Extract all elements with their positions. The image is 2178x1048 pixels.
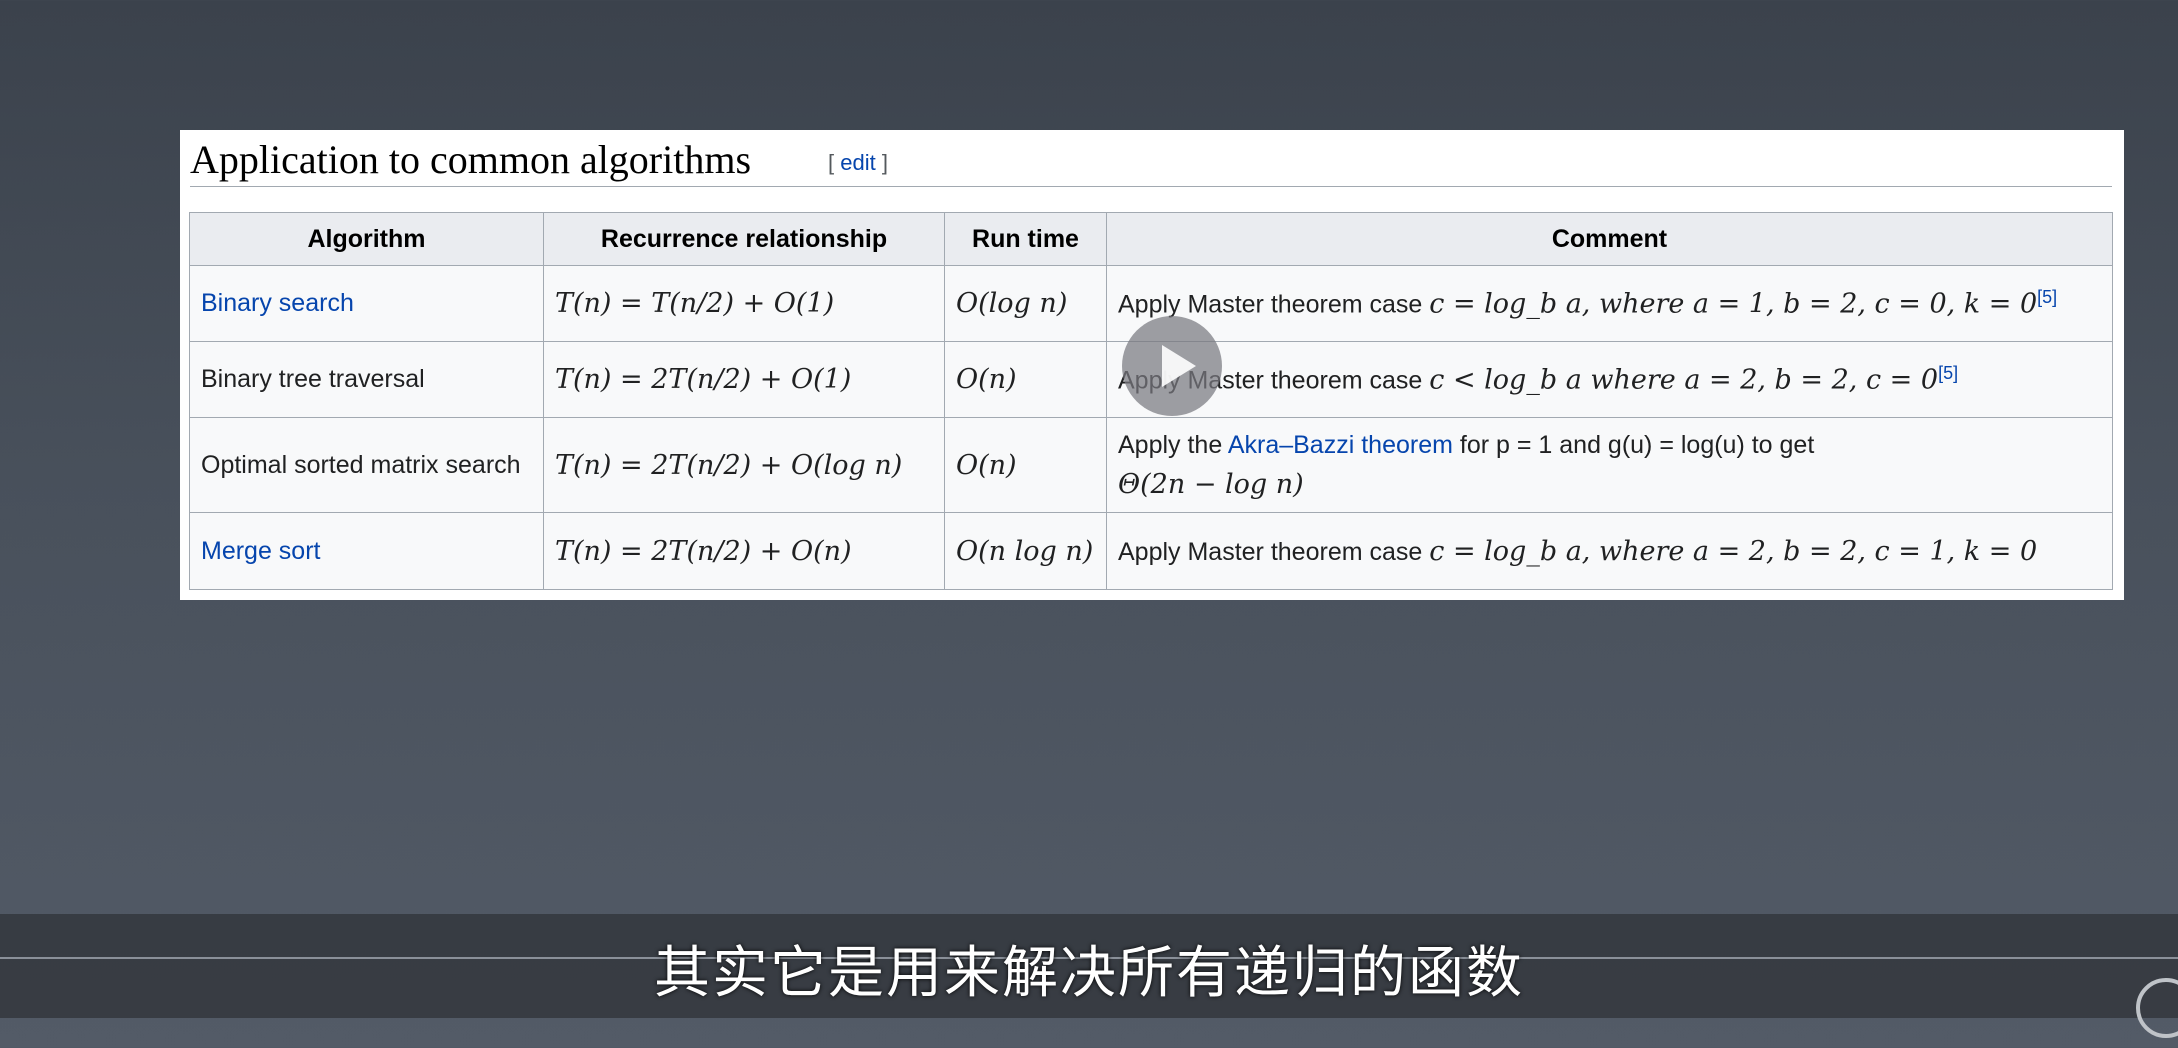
algorithm-cell: Binary tree traversal bbox=[189, 341, 544, 418]
comment-text: Apply Master theorem case bbox=[1118, 290, 1423, 319]
algorithm-link-merge-sort[interactable]: Merge sort bbox=[201, 537, 320, 565]
comment-text: Apply Master theorem case bbox=[1118, 537, 1423, 566]
subtitle-text: 其实它是用来解决所有递归的函数 bbox=[654, 941, 1524, 1006]
algorithm-cell: Optimal sorted matrix search bbox=[189, 417, 544, 513]
play-button[interactable] bbox=[1122, 316, 1222, 416]
edit-bracket-close: ] bbox=[881, 150, 888, 175]
comment-formula: c = log_b a, where a = 1, b = 2, c = 0, … bbox=[1429, 288, 2038, 320]
recurrence-cell: T(n) = 2T(n/2) + O(1) bbox=[543, 341, 945, 418]
comment-formula: Θ(2n − log n) bbox=[1118, 469, 1304, 500]
comment-text-mid: for p = 1 and g(u) = log(u) to get bbox=[1459, 431, 1815, 459]
table-header-row: Algorithm Recurrence relationship Run ti… bbox=[189, 212, 2113, 266]
video-frame: { "section": { "title": "Application to … bbox=[0, 0, 2178, 1048]
edit-link[interactable]: edit bbox=[840, 150, 875, 175]
runtime-cell: O(n) bbox=[944, 417, 1107, 513]
runtime-formula: O(n log n) bbox=[956, 535, 1094, 567]
play-icon bbox=[1162, 345, 1196, 387]
column-header-recurrence[interactable]: Recurrence relationship bbox=[543, 212, 945, 266]
edit-bracket-open: [ bbox=[828, 150, 835, 175]
runtime-formula: O(n) bbox=[956, 364, 1017, 395]
recurrence-formula: T(n) = 2T(n/2) + O(log n) bbox=[555, 449, 903, 481]
edit-section: [ edit ] bbox=[828, 150, 888, 176]
runtime-formula: O(log n) bbox=[956, 288, 1068, 319]
runtime-cell: O(log n) bbox=[944, 265, 1107, 342]
recurrence-formula: T(n) = T(n/2) + O(1) bbox=[555, 288, 835, 319]
table-row: Optimal sorted matrix search T(n) = 2T(n… bbox=[189, 417, 2113, 513]
comment-cell: Apply the Akra–Bazzi theorem for p = 1 a… bbox=[1106, 417, 2113, 513]
recurrence-formula: T(n) = 2T(n/2) + O(1) bbox=[555, 364, 852, 395]
comment-cell: Apply Master theorem case c = log_b a, w… bbox=[1106, 512, 2113, 590]
comment-cell: Apply Master theorem case c = log_b a, w… bbox=[1106, 265, 2113, 342]
comment-formula: c = log_b a, where a = 2, b = 2, c = 1, … bbox=[1429, 535, 2038, 567]
recurrence-cell: T(n) = 2T(n/2) + O(log n) bbox=[543, 417, 945, 513]
recurrence-cell: T(n) = 2T(n/2) + O(n) bbox=[543, 512, 945, 590]
algorithm-name: Binary tree traversal bbox=[201, 365, 425, 393]
section-heading: Application to common algorithms [ edit … bbox=[190, 134, 2112, 187]
akra-bazzi-link[interactable]: Akra–Bazzi theorem bbox=[1228, 431, 1453, 459]
algorithm-name: Optimal sorted matrix search bbox=[201, 451, 521, 479]
section-title: Application to common algorithms bbox=[190, 137, 752, 182]
comment-text: Apply the bbox=[1118, 431, 1223, 459]
algorithm-cell: Merge sort bbox=[189, 512, 544, 590]
runtime-formula: O(n) bbox=[956, 449, 1017, 481]
table-row: Merge sort T(n) = 2T(n/2) + O(n) O(n log… bbox=[189, 512, 2113, 590]
reference-link[interactable]: [5] bbox=[2037, 287, 2057, 307]
column-header-comment[interactable]: Comment bbox=[1106, 212, 2113, 266]
column-header-algorithm[interactable]: Algorithm bbox=[189, 212, 544, 266]
algorithm-cell: Binary search bbox=[189, 265, 544, 342]
reference-link[interactable]: [5] bbox=[1938, 363, 1958, 383]
recurrence-formula: T(n) = 2T(n/2) + O(n) bbox=[555, 535, 852, 567]
comment-formula: c < log_b a where a = 2, b = 2, c = 0 bbox=[1429, 364, 1939, 396]
runtime-cell: O(n) bbox=[944, 341, 1107, 418]
column-header-runtime[interactable]: Run time bbox=[944, 212, 1107, 266]
recurrence-cell: T(n) = T(n/2) + O(1) bbox=[543, 265, 945, 342]
runtime-cell: O(n log n) bbox=[944, 512, 1107, 590]
comment-cell: Apply Master theorem case c < log_b a wh… bbox=[1106, 341, 2113, 418]
algorithm-link-binary-search[interactable]: Binary search bbox=[201, 289, 354, 317]
